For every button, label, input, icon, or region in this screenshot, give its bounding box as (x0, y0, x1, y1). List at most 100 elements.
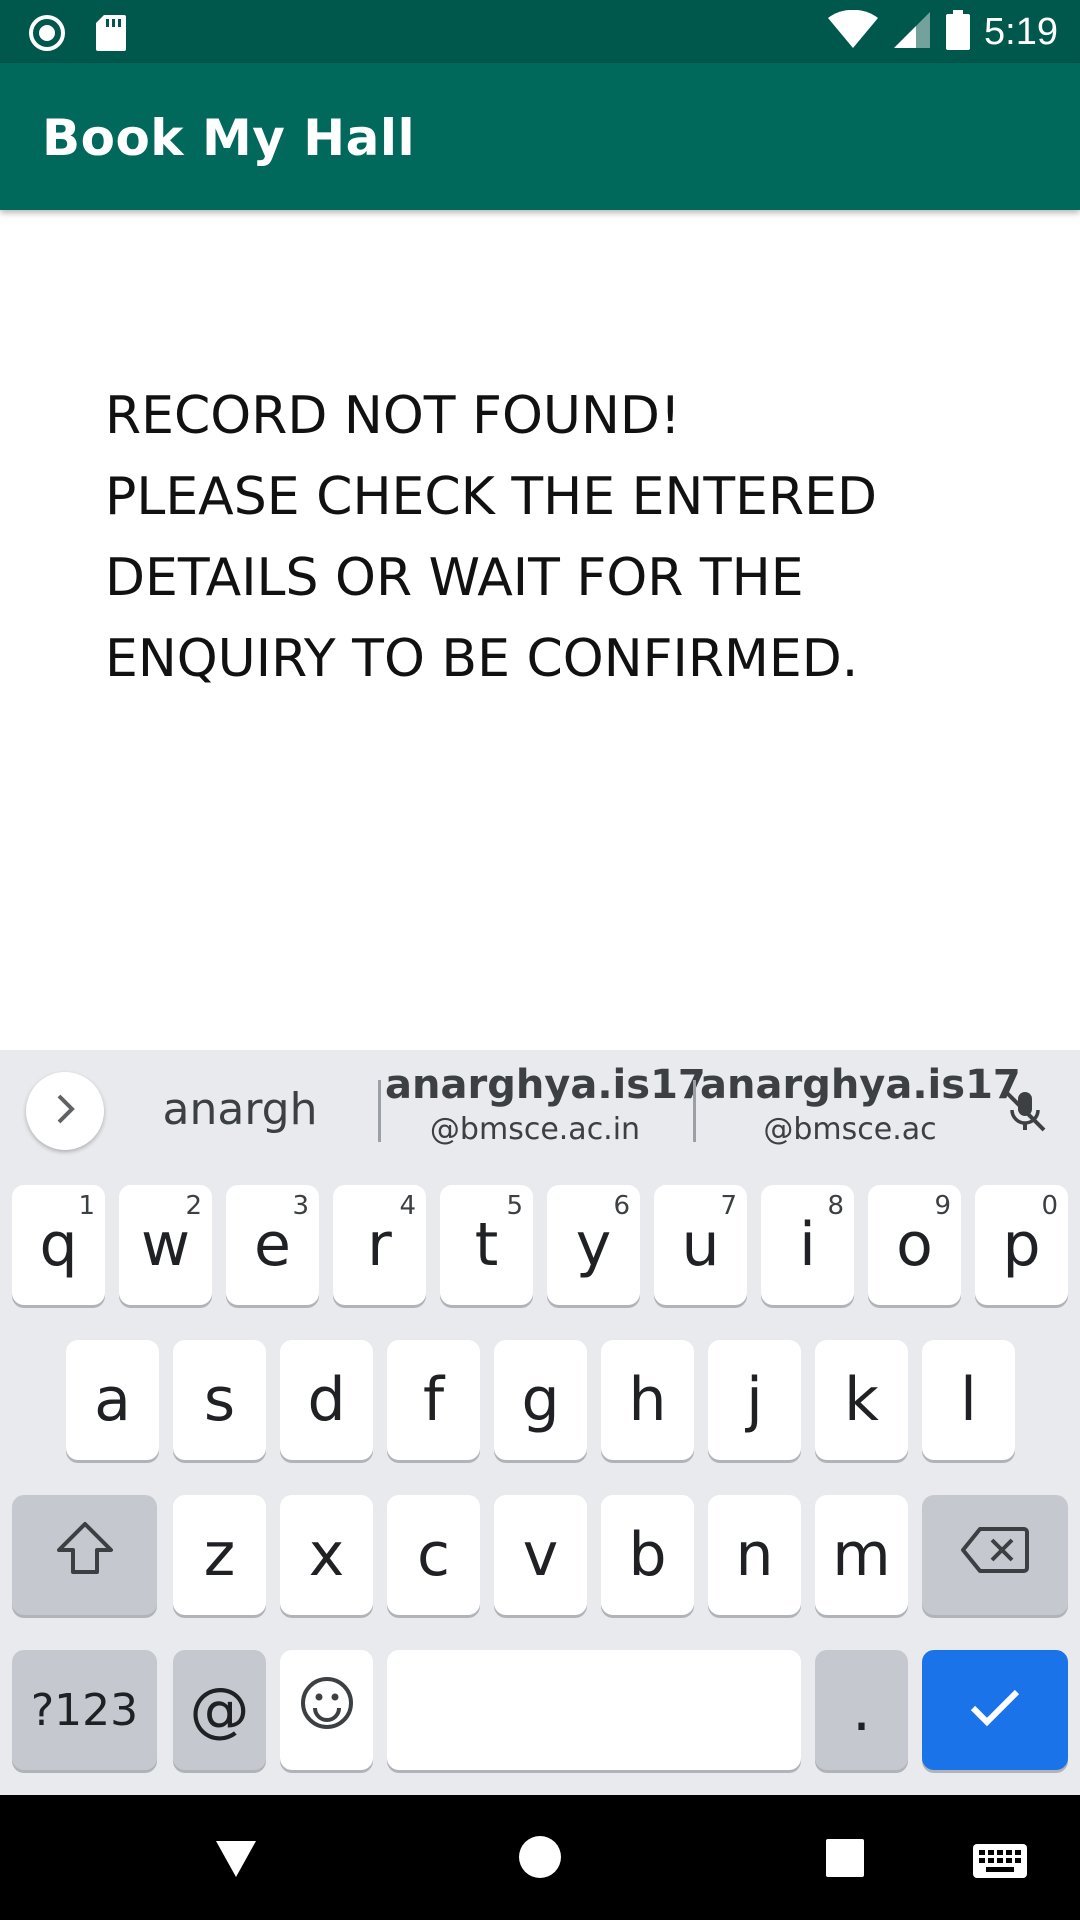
suggestion-text: anarghya.is17 (385, 1062, 706, 1108)
suggestion-3[interactable]: anarghya.is17 @bmsce.ac (700, 1062, 1021, 1147)
key-label: f (422, 1365, 445, 1435)
chevron-right-icon (50, 1092, 80, 1131)
signal-icon (892, 10, 932, 55)
key-label: a (94, 1365, 131, 1435)
suggestion-2[interactable]: anarghya.is17 @bmsce.ac.in (385, 1062, 706, 1147)
soft-keyboard: anargh anarghya.is17 @bmsce.ac.in anargh… (0, 1050, 1080, 1795)
space-key[interactable] (387, 1650, 801, 1770)
key-hint: 8 (827, 1191, 844, 1221)
key-label: n (735, 1520, 774, 1590)
period-key[interactable]: . (815, 1650, 908, 1770)
message-line: ENQUIRY TO BE CONFIRMED. (105, 629, 859, 689)
suggestion-subtext: @bmsce.ac (763, 1112, 937, 1147)
emoji-key[interactable] (280, 1650, 373, 1770)
battery-icon (946, 10, 971, 55)
suggestion-divider (378, 1080, 381, 1142)
emoji-icon (299, 1675, 355, 1746)
back-icon[interactable] (214, 1839, 258, 1884)
message-line: RECORD NOT FOUND! (105, 386, 681, 446)
keyboard-icon[interactable] (972, 1843, 1028, 1884)
key-l[interactable]: l (922, 1340, 1015, 1460)
key-hint: 1 (78, 1191, 95, 1221)
key-p[interactable]: p0 (975, 1185, 1068, 1305)
key-hint: 6 (613, 1191, 630, 1221)
key-label: ?123 (30, 1684, 139, 1736)
message-line: DETAILS OR WAIT FOR THE (105, 548, 804, 608)
key-label: v (522, 1520, 559, 1590)
suggestion-strip: anargh anarghya.is17 @bmsce.ac.in anargh… (0, 1050, 1080, 1168)
key-label: r (367, 1210, 392, 1280)
key-i[interactable]: i8 (761, 1185, 854, 1305)
key-hint: 7 (720, 1191, 737, 1221)
key-label: m (832, 1520, 891, 1590)
key-label: . (851, 1675, 872, 1745)
key-y[interactable]: y6 (547, 1185, 640, 1305)
key-m[interactable]: m (815, 1495, 908, 1615)
symbols-key[interactable]: ?123 (12, 1650, 157, 1770)
key-j[interactable]: j (708, 1340, 801, 1460)
suggestion-1[interactable]: anargh (130, 1084, 350, 1135)
key-label: u (681, 1210, 720, 1280)
key-d[interactable]: d (280, 1340, 373, 1460)
radio-button-icon (28, 14, 66, 57)
mic-off-icon[interactable] (1000, 1086, 1050, 1141)
expand-suggestions-button[interactable] (26, 1072, 104, 1150)
key-s[interactable]: s (173, 1340, 266, 1460)
backspace-icon (960, 1520, 1030, 1590)
key-label: s (203, 1365, 236, 1435)
key-label: p (1002, 1210, 1041, 1280)
home-icon[interactable] (518, 1835, 562, 1884)
sd-card-icon (96, 15, 126, 56)
key-k[interactable]: k (815, 1340, 908, 1460)
key-label: b (628, 1520, 667, 1590)
key-o[interactable]: o9 (868, 1185, 961, 1305)
key-n[interactable]: n (708, 1495, 801, 1615)
backspace-key[interactable] (922, 1495, 1068, 1615)
key-label: j (746, 1365, 763, 1435)
key-h[interactable]: h (601, 1340, 694, 1460)
message-line: PLEASE CHECK THE ENTERED (105, 467, 878, 527)
key-hint: 3 (292, 1191, 309, 1221)
key-g[interactable]: g (494, 1340, 587, 1460)
done-key[interactable] (922, 1650, 1068, 1770)
key-label: y (575, 1210, 612, 1280)
app-title: Book My Hall (42, 109, 416, 167)
suggestion-text: anarghya.is17 (700, 1062, 1021, 1108)
key-t[interactable]: t5 (440, 1185, 533, 1305)
suggestion-text: anargh (162, 1084, 318, 1135)
key-label: x (308, 1520, 345, 1590)
key-f[interactable]: f (387, 1340, 480, 1460)
key-label: @ (189, 1675, 250, 1745)
status-bar: 5:19 (0, 0, 1080, 63)
key-w[interactable]: w2 (119, 1185, 212, 1305)
status-time: 5:19 (984, 11, 1058, 53)
suggestion-divider (693, 1080, 696, 1142)
key-b[interactable]: b (601, 1495, 694, 1615)
key-z[interactable]: z (173, 1495, 266, 1615)
key-label: w (140, 1210, 191, 1280)
shift-key[interactable] (12, 1495, 157, 1615)
key-e[interactable]: e3 (226, 1185, 319, 1305)
key-hint: 2 (185, 1191, 202, 1221)
key-hint: 0 (1041, 1191, 1058, 1221)
key-c[interactable]: c (387, 1495, 480, 1615)
shift-icon (55, 1520, 115, 1591)
key-label: o (896, 1210, 933, 1280)
key-label: i (799, 1210, 816, 1280)
key-label: z (203, 1520, 236, 1590)
recents-icon[interactable] (825, 1838, 865, 1883)
key-x[interactable]: x (280, 1495, 373, 1615)
key-v[interactable]: v (494, 1495, 587, 1615)
navigation-bar (0, 1795, 1080, 1920)
key-u[interactable]: u7 (654, 1185, 747, 1305)
key-a[interactable]: a (66, 1340, 159, 1460)
key-label: l (960, 1365, 977, 1435)
checkmark-icon (967, 1675, 1023, 1745)
key-q[interactable]: q1 (12, 1185, 105, 1305)
key-r[interactable]: r4 (333, 1185, 426, 1305)
key-label: g (521, 1365, 560, 1435)
at-key[interactable]: @ (173, 1650, 266, 1770)
key-hint: 9 (934, 1191, 951, 1221)
key-label: c (417, 1520, 450, 1590)
key-label: h (628, 1365, 667, 1435)
